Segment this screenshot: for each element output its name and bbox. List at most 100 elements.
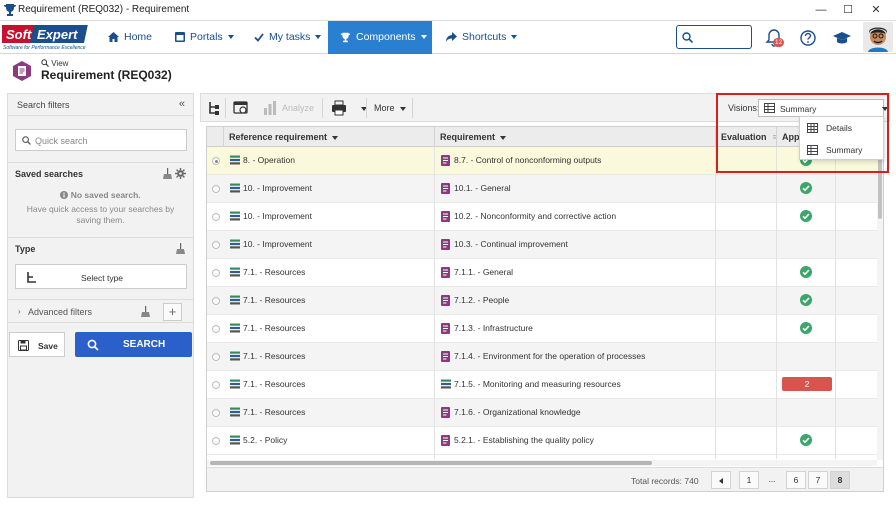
row-select-radio[interactable] (212, 437, 220, 445)
gear-icon[interactable] (175, 168, 186, 179)
maximize-button[interactable]: ☐ (834, 2, 862, 18)
saved-searches-title: Saved searches (15, 169, 84, 179)
row-select-radio[interactable] (212, 157, 220, 165)
broom-icon[interactable] (163, 168, 172, 179)
requirement-cell: 10.3. - Continual improvement (454, 239, 568, 249)
visions-option-details-label: Details (826, 123, 852, 133)
view-record-icon[interactable] (233, 99, 249, 117)
requirement-document-icon (441, 239, 450, 250)
broom-icon[interactable] (141, 306, 150, 317)
header-reference-requirement[interactable]: Reference requirement (223, 127, 435, 147)
row-select-radio[interactable] (212, 213, 220, 221)
page-title: Requirement (REQ032) (41, 68, 172, 82)
applicable-check-icon (800, 294, 812, 306)
nav-my-tasks[interactable]: My tasks (246, 21, 329, 54)
visions-selected-value: Summary (780, 104, 817, 114)
applicable-count-badge[interactable]: 2 (782, 377, 832, 391)
row-select-radio[interactable] (212, 241, 220, 249)
hierarchy-view-icon[interactable] (208, 99, 220, 117)
page-6-button[interactable]: 6 (786, 471, 806, 489)
column-divider (776, 147, 777, 459)
page-1-button[interactable]: 1 (739, 471, 759, 489)
page-7-button[interactable]: 7 (808, 471, 828, 489)
row-select-radio[interactable] (212, 185, 220, 193)
toolbar-separator (366, 98, 367, 118)
softexpert-logo[interactable]: Soft Expert Software for Performance Exc… (0, 24, 92, 51)
nav-components[interactable]: Components (328, 21, 432, 54)
scrollbar-thumb[interactable] (210, 461, 652, 465)
requirement-stack-icon (230, 407, 240, 417)
reference-requirement-cell: 7.1. - Resources (243, 323, 306, 333)
search-button[interactable]: SEARCH (75, 332, 192, 357)
reference-requirement-cell: 7.1. - Resources (243, 379, 306, 389)
nav-shortcuts[interactable]: Shortcuts (438, 21, 525, 54)
prev-page-button[interactable] (711, 471, 731, 489)
page-header: View Requirement (REQ032) (0, 54, 896, 88)
requirement-stack-icon (230, 351, 240, 361)
graduation-cap-icon[interactable] (832, 28, 852, 48)
reference-requirement-cell: 8. - Operation (243, 155, 295, 165)
toolbar-separator (322, 98, 323, 118)
table-icon (807, 123, 818, 133)
window-titlebar: Requirement (REQ032) - Requirement — ☐ ✕ (0, 0, 896, 21)
page-8-button[interactable]: 8 (830, 471, 850, 489)
horizontal-scrollbar[interactable] (207, 460, 877, 466)
applicable-check-icon (800, 434, 812, 446)
broom-icon[interactable] (176, 243, 185, 254)
select-type-button[interactable]: Select type (15, 264, 187, 289)
visions-option-details[interactable]: Details (800, 117, 883, 139)
toolbar-separator (225, 98, 226, 118)
row-select-radio[interactable] (212, 409, 220, 417)
requirement-cell: 7.1.3. - Infrastructure (454, 323, 533, 333)
row-select-radio[interactable] (212, 381, 220, 389)
notifications-badge: 12 (773, 38, 785, 47)
header-reference-requirement-label: Reference requirement (229, 132, 328, 142)
row-select-radio[interactable] (212, 353, 220, 361)
help-icon[interactable] (798, 28, 818, 48)
applicable-check-icon (800, 182, 812, 194)
global-search-input[interactable] (676, 25, 752, 49)
header-requirement[interactable]: Requirement (434, 127, 716, 147)
home-icon (108, 32, 119, 43)
close-button[interactable]: ✕ (862, 2, 890, 18)
requirement-stack-icon (230, 323, 240, 333)
total-records: Total records: 740 (631, 476, 699, 486)
no-saved-search-title: No saved search. (8, 190, 193, 201)
nav-components-label: Components (356, 31, 416, 43)
trophy-icon (4, 4, 16, 16)
view-link[interactable]: View (41, 59, 68, 68)
requirement-document-icon (441, 155, 450, 166)
minimize-button[interactable]: — (807, 2, 835, 18)
advanced-filters-toggle[interactable]: › Advanced filters + (8, 299, 193, 323)
row-select-radio[interactable] (212, 269, 220, 277)
requirement-stack-icon (230, 435, 240, 445)
row-select-radio[interactable] (212, 325, 220, 333)
header-evaluation[interactable]: Evaluation≡ (715, 127, 777, 147)
logo-text-soft: Soft (6, 27, 32, 42)
nav-shortcuts-label: Shortcuts (462, 31, 507, 43)
save-search-button[interactable]: Save (9, 332, 65, 357)
nav-home[interactable]: Home (100, 21, 160, 54)
analyze-button[interactable]: Analyze (282, 103, 314, 113)
reference-requirement-cell: 7.1. - Resources (243, 267, 306, 277)
quick-search-input[interactable]: Quick search (15, 129, 187, 151)
requirement-document-icon (441, 267, 450, 278)
visions-option-summary[interactable]: Summary (800, 139, 883, 161)
top-navigation: Soft Expert Software for Performance Exc… (0, 21, 896, 54)
search-filters-title: Search filters (17, 100, 70, 110)
search-filters-panel: Search filters « Quick search Saved sear… (7, 93, 194, 498)
vertical-scrollbar[interactable] (877, 147, 883, 460)
printer-icon[interactable] (331, 99, 347, 117)
column-divider (835, 147, 836, 459)
requirement-document-icon (441, 211, 450, 222)
add-filter-button[interactable]: + (163, 303, 182, 321)
nav-portals[interactable]: Portals (167, 21, 242, 54)
avatar[interactable] (863, 22, 893, 52)
info-icon (60, 191, 69, 199)
row-select-radio[interactable] (212, 297, 220, 305)
quick-search-placeholder: Quick search (35, 136, 88, 146)
visions-select[interactable]: Summary (758, 99, 888, 117)
more-button[interactable]: More (374, 103, 406, 113)
collapse-panel-icon[interactable]: « (179, 98, 185, 110)
reference-requirement-cell: 10. - Improvement (243, 183, 312, 193)
